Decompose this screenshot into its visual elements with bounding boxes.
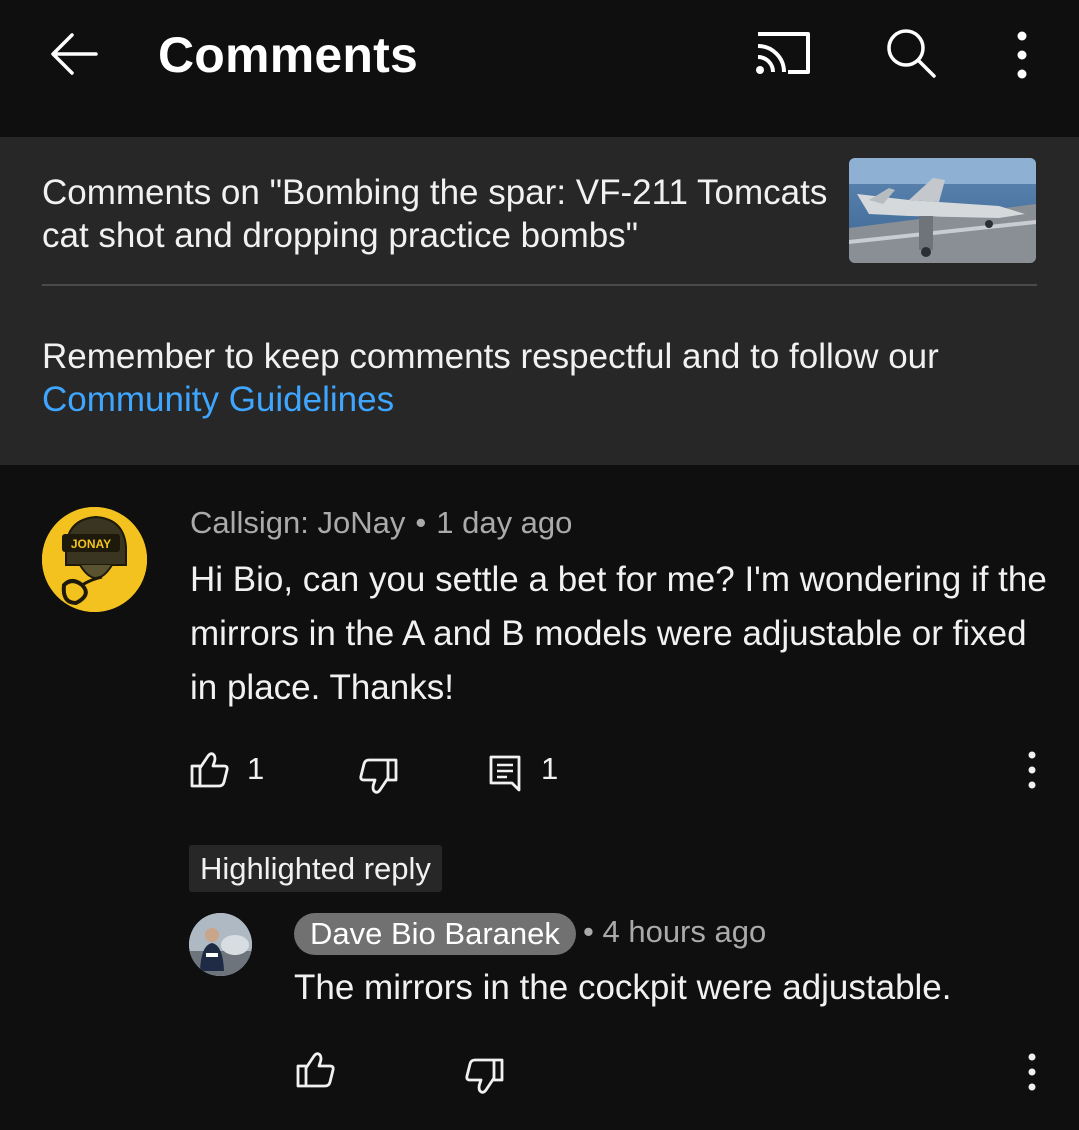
top-app-bar: Comments (0, 0, 1079, 137)
meta-separator: • (583, 914, 594, 949)
reply-author-chip[interactable]: Dave Bio Baranek (294, 913, 576, 955)
search-icon[interactable] (882, 24, 940, 82)
cast-icon[interactable] (752, 26, 814, 80)
highlighted-reply-badge: Highlighted reply (189, 845, 442, 892)
reply-meta: • 4 hours ago (583, 914, 766, 950)
reply-icon[interactable] (486, 752, 530, 796)
pilot-helmet-icon: JONAY (42, 507, 147, 612)
reply-text: The mirrors in the cockpit were adjustab… (294, 968, 952, 1007)
divider (42, 284, 1037, 286)
comment-meta: Callsign: JoNay • 1 day ago (190, 505, 572, 541)
avatar[interactable]: JONAY (42, 507, 147, 612)
more-vert-icon[interactable] (1008, 28, 1036, 82)
reply-count: 1 (541, 751, 559, 786)
comments-header-panel: Comments on "Bombing the spar: VF-211 To… (0, 137, 1079, 465)
avatar-text: JONAY (71, 537, 111, 551)
notice-text: Remember to keep comments respectful and… (42, 337, 939, 376)
thumbs-down-icon[interactable] (462, 1054, 506, 1098)
comment-more-icon[interactable] (1018, 748, 1046, 792)
comment-author[interactable]: Callsign: JoNay (190, 505, 405, 540)
comment-actions: 1 1 (0, 740, 1079, 800)
thumbs-up-icon[interactable] (294, 1048, 338, 1092)
comment-text: Hi Bio, can you settle a bet for me? I'm… (190, 560, 1047, 707)
reply-avatar[interactable] (189, 913, 252, 976)
reply-more-icon[interactable] (1018, 1050, 1046, 1094)
video-title: Comments on "Bombing the spar: VF-211 To… (42, 173, 828, 255)
thumbs-up-icon[interactable] (188, 748, 232, 792)
comment-time: 1 day ago (436, 505, 573, 540)
page-title: Comments (158, 27, 418, 83)
video-thumbnail[interactable] (849, 158, 1036, 263)
back-arrow-icon[interactable] (44, 24, 104, 84)
thumbs-down-icon[interactable] (356, 754, 400, 798)
community-notice: Remember to keep comments respectful and… (42, 335, 1032, 421)
meta-separator: • (415, 505, 427, 540)
reply-time: 4 hours ago (602, 914, 767, 949)
community-guidelines-link[interactable]: Community Guidelines (42, 380, 394, 419)
like-count: 1 (247, 751, 265, 786)
person-photo-icon (189, 913, 252, 976)
